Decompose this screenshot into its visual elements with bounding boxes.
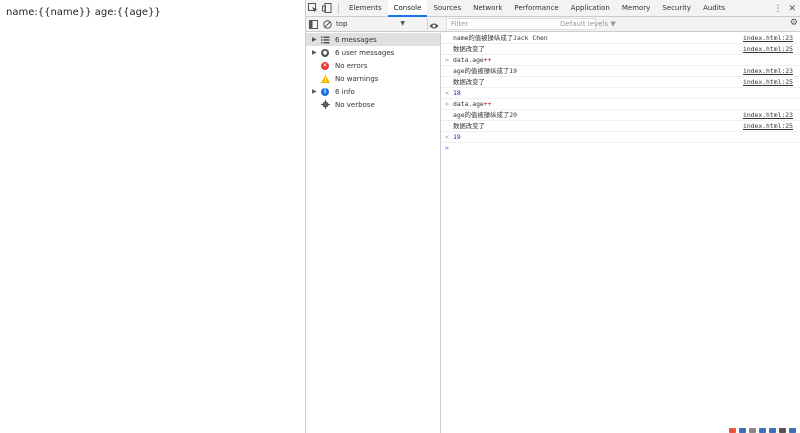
sidebar-item-label: No verbose xyxy=(335,100,375,109)
sidebar-item-no-warnings[interactable]: No warnings xyxy=(306,72,440,85)
console-row: age的值被操纵成了19 index.html:23 xyxy=(441,66,800,77)
console-row: <19 xyxy=(441,132,800,143)
page-template-text: name:{{name}} age:{{age}} xyxy=(6,7,161,18)
console-row: <18 xyxy=(441,88,800,99)
context-selector-label: top xyxy=(336,20,348,28)
console-row: > data.age++ xyxy=(441,99,800,110)
console-sidebar: ▶ 6 messages ▶ ● 6 user messages ✕ No errors No… xyxy=(306,33,441,433)
sidebar-item-no-errors[interactable]: ✕ No errors xyxy=(306,59,440,72)
command-text: data.age xyxy=(453,100,484,108)
error-icon: ✕ xyxy=(321,61,329,70)
context-selector[interactable]: top ▼ xyxy=(334,17,411,32)
tray-icon xyxy=(779,428,786,433)
expand-arrow-icon: ▶ xyxy=(312,49,317,56)
tab-audits[interactable]: Audits xyxy=(697,0,731,17)
command-operator: ++ xyxy=(483,56,492,64)
log-message: name的值被操纵成了Jack Chen xyxy=(453,34,548,42)
tray-icon xyxy=(789,428,796,433)
page-viewport: name:{{name}} age:{{age}} xyxy=(0,0,305,433)
list-icon xyxy=(320,35,330,45)
result-arrow-icon: < xyxy=(445,133,449,141)
more-options-icon[interactable]: ⋮ xyxy=(773,4,782,14)
tray-icon xyxy=(749,428,756,433)
info-icon: i xyxy=(320,87,330,97)
show-sidebar-icon[interactable] xyxy=(306,16,320,33)
tray-icon xyxy=(739,428,746,433)
log-message: 数据改变了 xyxy=(453,78,485,86)
clear-console-icon[interactable] xyxy=(320,16,334,33)
log-levels-dropdown[interactable]: Default levels ▼ xyxy=(560,17,616,32)
devtools-tabbar: Elements Console Sources Network Performance… xyxy=(306,0,800,17)
device-toolbar-icon[interactable] xyxy=(320,0,334,17)
sidebar-item-label: No warnings xyxy=(335,74,379,83)
tray-icon xyxy=(759,428,766,433)
sidebar-item-label: 6 info xyxy=(335,87,355,96)
input-prompt-icon: > xyxy=(445,144,449,152)
sidebar-item-label: No errors xyxy=(335,61,368,70)
expand-arrow-icon: ▶ xyxy=(312,36,317,43)
log-message: age的值被操纵成了19 xyxy=(453,67,517,75)
console-output: name的值被操纵成了Jack Chen index.html:23 数据改变了 in… xyxy=(441,33,800,433)
tab-security[interactable]: Security xyxy=(656,0,697,17)
command-prompt-icon: > xyxy=(445,100,449,108)
result-arrow-icon: < xyxy=(445,89,449,97)
gear-icon[interactable]: ⚙ xyxy=(790,18,798,28)
tab-memory[interactable]: Memory xyxy=(616,0,656,17)
console-row: 数据改变了 index.html:25 xyxy=(441,44,800,55)
close-icon[interactable]: ✕ xyxy=(788,4,796,14)
console-row: > data.age++ xyxy=(441,55,800,66)
console-row: age的值被操纵成了20 index.html:23 xyxy=(441,110,800,121)
console-row: name的值被操纵成了Jack Chen index.html:23 xyxy=(441,33,800,44)
screen: name:{{name}} age:{{age}} Elements Consol… xyxy=(0,0,800,433)
live-expression-eye-icon[interactable] xyxy=(427,17,441,34)
devtools-tabs: Elements Console Sources Network Performance… xyxy=(343,0,731,17)
sidebar-item-6-info[interactable]: ▶ i 6 info xyxy=(306,85,440,98)
sidebar-item-label: 6 user messages xyxy=(335,48,395,57)
sidebar-item-label: 6 messages xyxy=(335,35,377,44)
tab-application[interactable]: Application xyxy=(565,0,616,17)
sidebar-item-6-user-messages[interactable]: ▶ ● 6 user messages xyxy=(306,46,440,59)
command-text: data.age xyxy=(453,56,484,64)
devtools-panel: Elements Console Sources Network Performance… xyxy=(305,0,800,433)
tab-console[interactable]: Console xyxy=(387,0,428,17)
warning-icon xyxy=(320,74,330,84)
console-row: 数据改变了 index.html:25 xyxy=(441,77,800,88)
system-tray xyxy=(729,426,796,433)
log-message: age的值被操纵成了20 xyxy=(453,111,517,119)
tray-icon xyxy=(769,428,776,433)
source-link[interactable]: index.html:23 xyxy=(743,33,793,44)
tabbar-right: ⋮ ✕ xyxy=(773,0,796,17)
log-message: 数据改变了 xyxy=(453,45,485,53)
toolbar-divider xyxy=(338,2,339,14)
inspect-element-icon[interactable] xyxy=(306,0,320,17)
sidebar-item-6-messages[interactable]: ▶ 6 messages xyxy=(306,33,440,46)
source-link[interactable]: index.html:25 xyxy=(743,77,793,88)
tab-sources[interactable]: Sources xyxy=(427,0,467,17)
tray-icon xyxy=(729,428,736,433)
user-icon: ● xyxy=(321,48,329,57)
source-link[interactable]: index.html:25 xyxy=(743,44,793,55)
console-row: 数据改变了 index.html:25 xyxy=(441,121,800,132)
console-input[interactable]: > xyxy=(441,143,800,154)
result-value: 18 xyxy=(453,89,461,97)
chevron-down-icon: ▼ xyxy=(400,19,405,27)
source-link[interactable]: index.html:25 xyxy=(743,121,793,132)
sidebar-item-no-verbose[interactable]: No verbose xyxy=(306,98,440,111)
verbose-icon xyxy=(320,100,330,110)
expand-arrow-icon: ▶ xyxy=(312,88,317,95)
source-link[interactable]: index.html:23 xyxy=(743,110,793,121)
result-value: 19 xyxy=(453,133,461,141)
console-toolbar: top ▼ Filter Default levels ▼ ⚙ xyxy=(306,17,800,32)
source-link[interactable]: index.html:23 xyxy=(743,66,793,77)
tab-network[interactable]: Network xyxy=(467,0,508,17)
command-operator: ++ xyxy=(483,100,492,108)
tab-performance[interactable]: Performance xyxy=(508,0,564,17)
tab-elements[interactable]: Elements xyxy=(343,0,388,17)
log-message: 数据改变了 xyxy=(453,122,485,130)
command-prompt-icon: > xyxy=(445,56,449,64)
